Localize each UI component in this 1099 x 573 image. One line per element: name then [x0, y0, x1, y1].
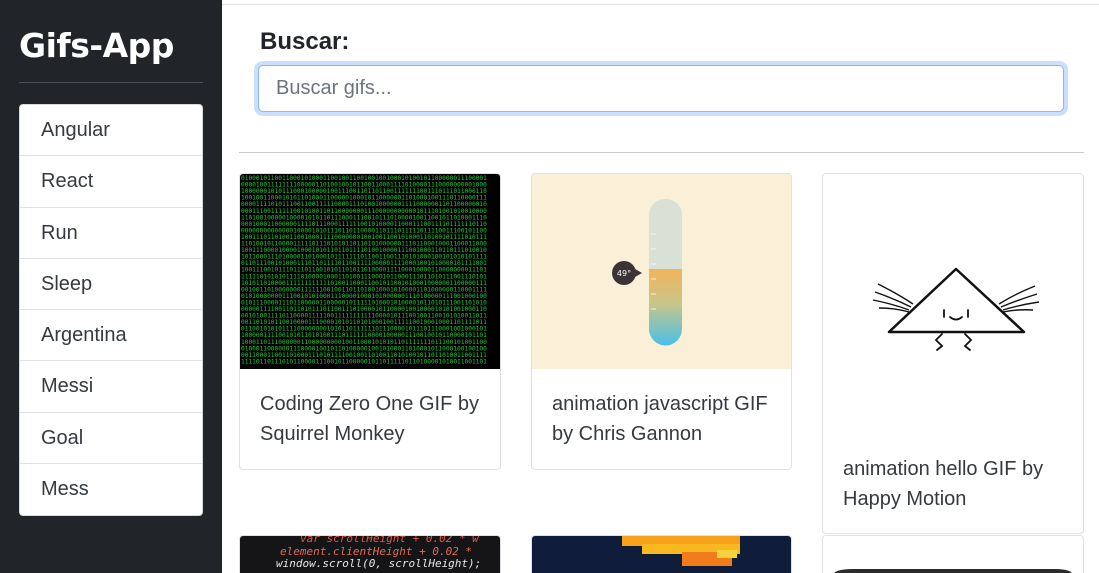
sidebar-item-goal[interactable]: Goal	[20, 413, 202, 465]
sidebar-item-sleep[interactable]: Sleep	[20, 259, 202, 311]
sidebar-item-messi[interactable]: Messi	[20, 361, 202, 413]
sidebar-item-react[interactable]: React	[20, 156, 202, 208]
binary-row: 1111011011101011000011100101100000101101…	[241, 358, 487, 365]
gif-image-code-screen: var scrollHeight + 0.02 * w element.clie…	[240, 536, 500, 573]
search-input[interactable]	[258, 65, 1064, 112]
thermometer-reading: 49°	[617, 269, 631, 278]
top-border	[222, 4, 1099, 5]
sidebar-item-run[interactable]: Run	[20, 208, 202, 259]
sidebar-item-angular[interactable]: Angular	[20, 105, 202, 157]
code-line: window.scroll(0, scrollHeight);	[276, 557, 481, 570]
code-line: var scrollHeight + 0.02 * w	[300, 536, 480, 545]
search-history-list: Angular React Run Sleep Argentina Messi Goal Me…	[19, 104, 203, 517]
gif-title: animation javascript GIF by Chris Gannon	[552, 393, 768, 445]
gif-image-sunset-blocks	[532, 536, 791, 573]
gif-card-partial[interactable]	[531, 535, 792, 573]
search-label: Buscar:	[260, 28, 350, 55]
gif-image-waving-triangle	[823, 174, 1083, 439]
gif-image-partial	[823, 536, 1083, 573]
sidebar-item-argentina[interactable]: Argentina	[20, 310, 202, 362]
gif-title: Coding Zero One GIF by Squirrel Monkey	[260, 393, 479, 445]
app-title: Gifs-App	[19, 26, 174, 65]
gif-card-partial[interactable]	[822, 535, 1084, 573]
gifs-app: Gifs-App Angular React Run Sleep Argentina Me…	[0, 0, 1099, 573]
gif-card-partial[interactable]: var scrollHeight + 0.02 * w element.clie…	[239, 535, 501, 573]
sidebar-divider	[19, 82, 203, 83]
sidebar: Gifs-App Angular React Run Sleep Argentina Me…	[0, 0, 222, 573]
sidebar-item-mess[interactable]: Mess	[20, 464, 202, 515]
gif-card[interactable]: animation hello GIF by Happy Motion	[822, 173, 1084, 534]
gif-card[interactable]: 49° animation javascript GIF by Chris Ga…	[531, 173, 792, 470]
gif-image-thermometer: 49°	[532, 174, 791, 369]
gif-image-binary-code: 0100010110011000101000110010011001001001…	[240, 174, 500, 369]
gif-card[interactable]: 0100010110011000101000110010011001001001…	[239, 173, 501, 470]
content-divider	[239, 152, 1084, 153]
gif-title: animation hello GIF by Happy Motion	[843, 458, 1044, 510]
